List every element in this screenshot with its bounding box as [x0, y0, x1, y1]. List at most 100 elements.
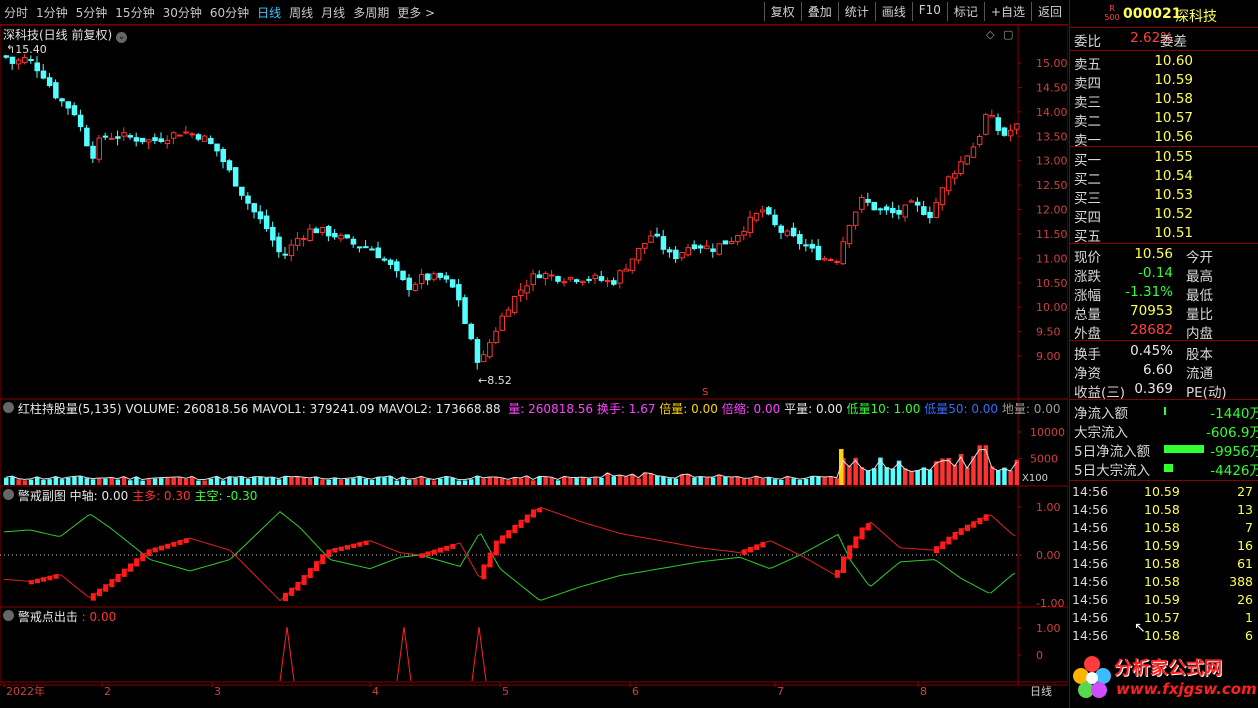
ask-row: 卖二 10.57 [1072, 110, 1257, 130]
volume-bar [84, 478, 90, 485]
candle-body [499, 315, 505, 331]
volume-bar [345, 478, 350, 485]
kline-chart[interactable]: 15.00 14.50 14.00 13.50 13.00 12.50 12.00 11.50… [0, 25, 1068, 708]
candle-body [332, 232, 338, 238]
tool-button[interactable]: +自选 [983, 2, 1031, 21]
period-tab[interactable]: 月线 [321, 4, 345, 21]
rise-block [35, 578, 40, 584]
fund-label: 换手 [1074, 347, 1101, 363]
quote-label2: 最高 [1186, 269, 1213, 285]
period-tab[interactable]: 多周期 [353, 4, 389, 21]
rise-block [450, 544, 456, 549]
tool-button[interactable]: 统计 [837, 2, 875, 21]
rise-block [946, 536, 952, 545]
candle-body [586, 278, 592, 281]
candle-body [896, 209, 902, 215]
period-tab[interactable]: 60分钟 [210, 4, 249, 21]
window-icon[interactable]: ▢ [1003, 28, 1013, 41]
vol-y-label: 10000 [1030, 426, 1065, 439]
volume-bar [580, 477, 586, 485]
volume-bar [462, 480, 468, 485]
period-tab[interactable]: 周线 [289, 4, 313, 21]
rise-block [97, 588, 102, 597]
tool-button[interactable]: 返回 [1030, 2, 1068, 21]
vol-pingliang: 平量: 0.00 [784, 402, 843, 416]
period-tab[interactable]: 1分钟 [36, 4, 68, 21]
volume-bar [940, 458, 945, 485]
volume-bar [692, 477, 697, 485]
candle-body [493, 330, 499, 344]
candle-body [604, 280, 611, 283]
period-tab[interactable]: 分时 [4, 4, 28, 21]
volume-bar [549, 477, 555, 485]
period-tab[interactable]: 更多 > [397, 4, 435, 21]
rise-block [159, 545, 164, 551]
rise-block [345, 545, 350, 550]
rise-block [865, 523, 871, 531]
chevron-down-icon[interactable] [3, 489, 14, 500]
volume-bar [320, 479, 325, 485]
volume-bar [227, 477, 232, 485]
volume-bar [568, 477, 573, 485]
candle-body [313, 228, 319, 234]
sub-panel-title: 警戒副图 中轴: 0.00 主多: 0.30 主空: -0.30 [3, 487, 257, 504]
volume-bar [500, 478, 505, 485]
volume-bar [171, 477, 176, 485]
tool-button[interactable]: 复权 [763, 2, 801, 21]
period-tab[interactable]: 15分钟 [115, 4, 154, 21]
rise-block [177, 540, 183, 545]
candle-body [46, 77, 53, 87]
diamond-icon[interactable]: ◇ [986, 28, 994, 41]
tick-price: 10.59 [1144, 538, 1180, 553]
candle-body [263, 215, 270, 230]
chevron-down-icon[interactable] [3, 610, 14, 621]
flow-value: -4426万 [1210, 463, 1258, 479]
volume-bar [53, 476, 59, 485]
candle-body [381, 258, 388, 261]
rise-block [487, 552, 493, 568]
volume-bar [698, 476, 703, 485]
volume-bar [1002, 467, 1007, 485]
candle-body [412, 283, 419, 291]
rise-block [320, 554, 326, 565]
tool-buttons: 复权 叠加 统计 画线 F10 标记 +自选 返回 [763, 2, 1068, 21]
volume-bar [59, 479, 65, 485]
volume-bar [717, 474, 722, 485]
volume-bar [636, 478, 641, 485]
quote-sidebar: R 500 000021 深科技 委比 2.62% 委差 卖五 10.60 卖四 10… [1069, 0, 1258, 708]
candle-body [828, 259, 834, 262]
tick-price: 10.58 [1144, 556, 1180, 571]
tick-price: 10.59 [1144, 484, 1180, 499]
candle-body [350, 238, 357, 245]
vol-unit: X100 [1022, 473, 1048, 484]
candle-body [369, 248, 375, 251]
volume-bar [438, 478, 443, 485]
quote-label: 涨幅 [1074, 288, 1101, 304]
candle-body [344, 234, 350, 239]
tool-button[interactable]: 标记 [946, 2, 984, 21]
volume-bar [810, 476, 815, 485]
tool-button[interactable]: 叠加 [800, 2, 838, 21]
candle-body [127, 135, 133, 138]
volume-bar [574, 478, 579, 485]
rise-block [357, 542, 363, 547]
period-tab[interactable]: 日线 [257, 4, 281, 21]
chevron-down-icon[interactable]: ⌄ [116, 32, 128, 43]
volume-bar [481, 478, 486, 485]
candle-body [356, 246, 363, 249]
candle-body [468, 323, 474, 340]
vol-diliang: 地量: 0.00 [1001, 402, 1061, 416]
volume-bar [283, 476, 288, 485]
volume-bar [487, 477, 493, 485]
tool-button[interactable]: 画线 [874, 2, 912, 21]
candle-body [77, 114, 84, 128]
period-tab[interactable]: 30分钟 [163, 4, 202, 21]
candle-body [28, 59, 34, 62]
chevron-down-icon[interactable] [3, 402, 14, 413]
tool-button[interactable]: F10 [911, 2, 947, 21]
rise-block [524, 514, 530, 523]
candle-body [995, 117, 1001, 131]
mouse-cursor-icon: ↖ [1134, 620, 1146, 636]
period-tab[interactable]: 5分钟 [76, 4, 108, 21]
volume-bar [766, 477, 772, 485]
